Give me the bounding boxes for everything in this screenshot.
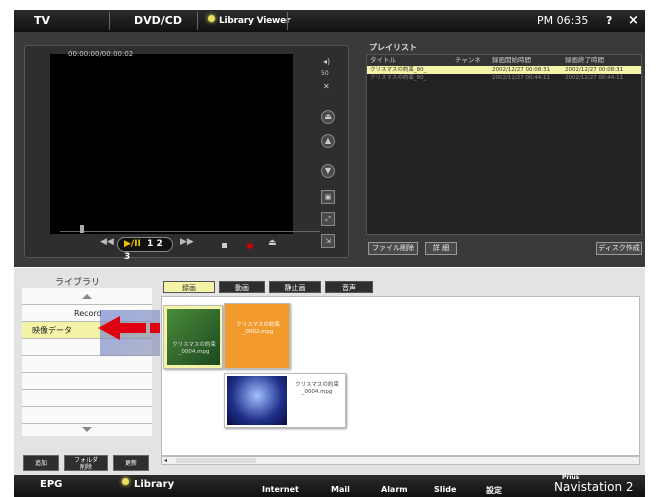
resize-icon[interactable]: ⇲ (321, 234, 335, 248)
eject-icon[interactable]: ⏏ (321, 110, 335, 124)
thumbnail-caption: クリスマスの約束 _0004.mpg (295, 382, 339, 395)
status-dot-icon (208, 15, 215, 22)
tree-empty (22, 407, 152, 424)
clock: PM 06:35 (537, 14, 589, 27)
tree-empty (22, 356, 152, 373)
up-icon[interactable]: ▲ (321, 134, 335, 148)
nav-mail[interactable]: Mail (331, 485, 350, 494)
tab-tv[interactable]: TV (34, 10, 50, 32)
rewind-button[interactable]: ◀◀ (100, 237, 114, 253)
tab-library-viewer[interactable]: Library Viewer (219, 10, 290, 32)
tab-recording[interactable]: 録画 (163, 281, 215, 293)
brand-logo: Navistation 2 (554, 480, 634, 494)
scroll-left-icon[interactable]: ◂ (164, 457, 167, 464)
library-indicator (208, 8, 215, 30)
volume-level: 50 (321, 70, 329, 77)
add-button[interactable]: 追加 (23, 455, 59, 471)
scroll-thumb[interactable] (176, 458, 256, 463)
playlist-header: タイトル チャンネ 録画開始時間 録画終了時間 (367, 55, 641, 66)
timecode: 00:00:00/00:00:02 (68, 50, 134, 58)
column-header[interactable]: 録画開始時間 (492, 55, 531, 66)
seek-bar[interactable] (60, 225, 320, 233)
horizontal-scrollbar[interactable]: ◂ (161, 456, 640, 465)
file-delete-button[interactable]: ファイル削除 (368, 242, 418, 255)
play-pause-button[interactable]: ▶/II 1 2 3 (117, 237, 173, 262)
thumbnail-card[interactable]: クリスマスの約束 _0004.mpg (163, 305, 223, 369)
tab-video[interactable]: 動画 (219, 281, 265, 293)
table-row[interactable]: クリスマスの約束_80_ 2002/12/27 00:44:11 2002/12… (367, 74, 641, 82)
nav-settings[interactable]: 設定 (486, 485, 502, 496)
nav-internet[interactable]: Internet (262, 485, 299, 494)
tab-dvd[interactable]: DVD/CD (134, 10, 182, 32)
tree-scroll-down[interactable] (22, 424, 152, 436)
bottom-nav: EPG Library Internet Mail Alarm Slide 設定… (14, 474, 645, 497)
chevron-up-icon[interactable] (82, 294, 92, 299)
status-dot-icon (122, 478, 129, 485)
video-screen[interactable] (50, 54, 293, 234)
column-header[interactable]: 録画終了時間 (565, 55, 604, 66)
column-header[interactable]: タイトル (370, 55, 396, 66)
window-icon[interactable]: ▣ (321, 190, 335, 204)
nav-library[interactable]: Library (134, 479, 174, 490)
top-nav: TV DVD/CD Library Viewer PM 06:35 ? × (14, 10, 645, 32)
library-title: ライブラリ (55, 278, 101, 288)
close-button[interactable]: × (628, 10, 639, 32)
nav-alarm[interactable]: Alarm (381, 485, 408, 494)
tree-scroll-up[interactable] (22, 288, 152, 305)
thumbnail-caption: クリスマスの約束 _0002.mpg (236, 322, 280, 335)
playlist-title: プレイリスト (369, 43, 417, 52)
thumbnail-caption: クリスマスの約束 _0004.mpg (172, 342, 216, 355)
tree-empty (22, 390, 152, 407)
table-row[interactable]: クリスマスの約束_80_ 2002/12/27 00:08:31 2002/12… (367, 66, 641, 74)
app-window: TV DVD/CD Library Viewer PM 06:35 ? × 00… (0, 0, 659, 497)
help-button[interactable]: ? (606, 10, 612, 32)
speaker-icon[interactable]: ◂) (323, 57, 330, 66)
tree-empty (22, 373, 152, 390)
column-header[interactable]: チャンネ (455, 55, 481, 66)
seek-handle[interactable] (80, 225, 84, 233)
nav-slide[interactable]: Slide (434, 485, 456, 494)
side-controls: ◂) 50 ✕ ⏏ ▲ ▼ ▣ ⤢ ⇲ (321, 52, 339, 257)
mute-icon[interactable]: ✕ (323, 82, 330, 91)
update-button[interactable]: 更新 (113, 455, 149, 471)
stop-icon[interactable] (222, 243, 227, 248)
folder-delete-button[interactable]: フォルダ 削除 (64, 455, 108, 471)
thumbnail-card[interactable]: クリスマスの約束 _0004.mpg (224, 373, 346, 428)
nav-epg[interactable]: EPG (40, 479, 62, 490)
forward-button[interactable]: ▶▶ (180, 237, 194, 253)
thumbnail-image (167, 309, 220, 365)
playlist-table: タイトル チャンネ 録画開始時間 録画終了時間 クリスマスの約束_80_ 200… (366, 54, 642, 235)
down-icon[interactable]: ▼ (321, 164, 335, 178)
eject-small-icon[interactable]: ⏏ (268, 238, 277, 248)
play-label: ▶/II (124, 239, 141, 249)
disc-create-button[interactable]: ディスク作成 (596, 242, 642, 255)
tab-still[interactable]: 静止画 (269, 281, 321, 293)
chevron-down-icon[interactable] (82, 427, 92, 432)
tab-audio[interactable]: 音声 (325, 281, 373, 293)
thumbnail-card[interactable]: クリスマスの約束 _0002.mpg (224, 303, 290, 369)
record-icon[interactable] (247, 243, 253, 249)
thumbnail-image (227, 376, 287, 425)
detail-button[interactable]: 詳 細 (425, 242, 457, 255)
fullscreen-icon[interactable]: ⤢ (321, 212, 335, 226)
